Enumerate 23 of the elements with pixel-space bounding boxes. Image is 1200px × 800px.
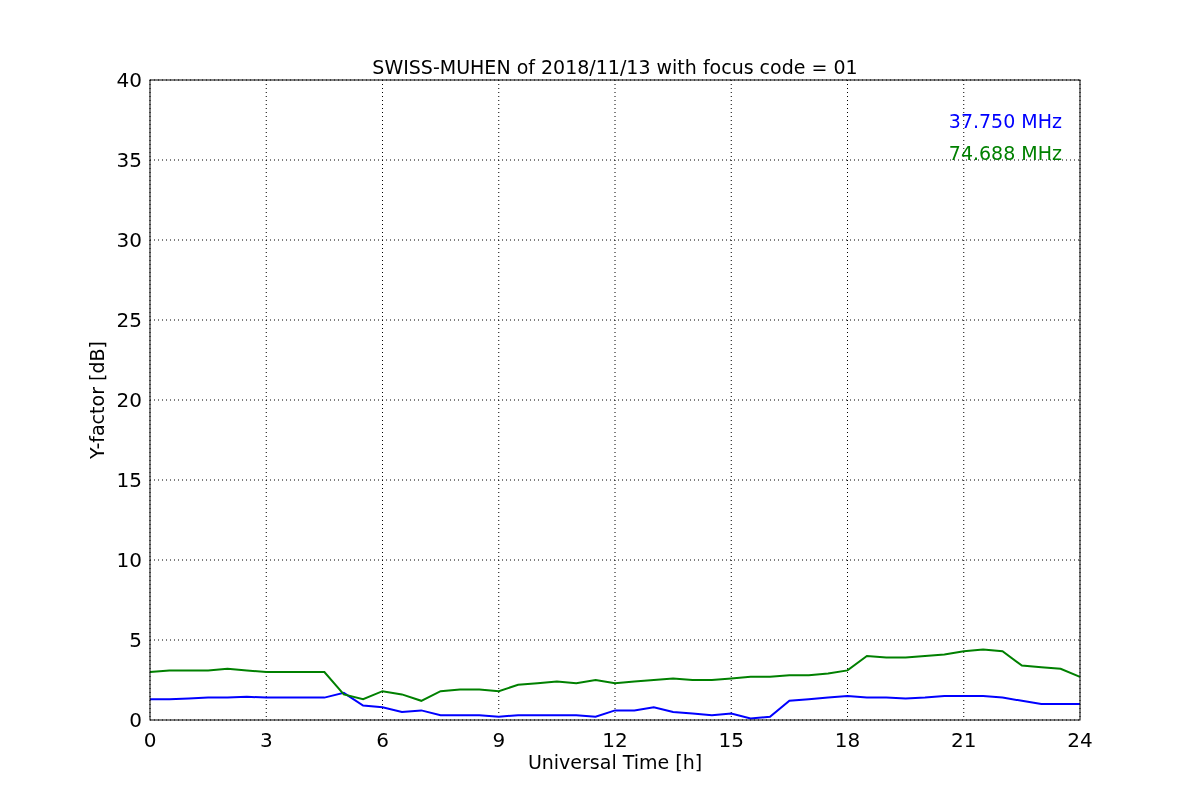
tick-label: 30 (116, 228, 142, 252)
tick-label: 3 (259, 728, 273, 752)
tick-label: 0 (143, 728, 157, 752)
legend-label: 74.688 MHz (948, 142, 1062, 164)
tick-label: 0 (129, 708, 142, 732)
tick-label: 40 (116, 68, 142, 92)
tick-label: 10 (116, 548, 142, 572)
tick-label: 9 (492, 728, 506, 752)
axis-label: Universal Time [h] (527, 751, 703, 773)
tick-label: 24 (1067, 728, 1093, 752)
tick-label: 20 (116, 388, 142, 412)
tick-label: 6 (376, 728, 389, 752)
tick-label: 15 (116, 468, 142, 492)
tick-label: 35 (116, 148, 142, 172)
chart-title: SWISS-MUHEN of 2018/11/13 with focus code = 01 (372, 56, 858, 78)
tick-label: 15 (718, 728, 744, 752)
legend-label: 37.750 MHz (948, 110, 1062, 132)
tick-label: 5 (129, 628, 142, 652)
tick-label: 12 (602, 728, 628, 752)
tick-label: 18 (834, 728, 861, 752)
tick-label: 21 (951, 728, 977, 752)
axis-label: Y-factor [dB] (86, 341, 108, 459)
tick-label: 25 (116, 308, 142, 332)
